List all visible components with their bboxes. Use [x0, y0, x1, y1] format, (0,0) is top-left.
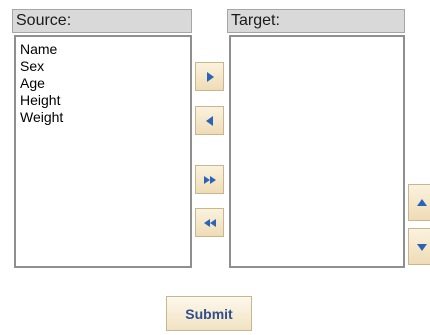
- source-item-sex[interactable]: Sex: [20, 58, 190, 75]
- target-listbox[interactable]: [229, 35, 405, 268]
- double-arrow-left-icon: [203, 218, 216, 227]
- move-left-button[interactable]: [195, 106, 224, 135]
- double-arrow-right-icon: [203, 175, 216, 184]
- arrow-down-icon: [417, 243, 427, 251]
- source-header: Source:: [12, 9, 192, 33]
- target-header: Target:: [227, 9, 405, 33]
- dual-list-selector: Source: Name Sex Age Height Weight Targe…: [0, 0, 430, 335]
- arrow-up-icon: [417, 198, 427, 206]
- move-right-button[interactable]: [195, 62, 224, 91]
- source-item-name[interactable]: Name: [20, 41, 190, 58]
- source-listbox[interactable]: Name Sex Age Height Weight: [14, 35, 192, 268]
- arrow-right-icon: [206, 71, 214, 82]
- move-all-right-button[interactable]: [195, 165, 224, 194]
- move-up-button[interactable]: [408, 184, 430, 221]
- arrow-left-icon: [205, 115, 213, 126]
- source-item-height[interactable]: Height: [20, 92, 190, 109]
- move-all-left-button[interactable]: [195, 208, 224, 237]
- source-item-age[interactable]: Age: [20, 75, 190, 92]
- source-item-weight[interactable]: Weight: [20, 109, 190, 126]
- submit-button[interactable]: Submit: [166, 296, 252, 331]
- move-down-button[interactable]: [408, 228, 430, 265]
